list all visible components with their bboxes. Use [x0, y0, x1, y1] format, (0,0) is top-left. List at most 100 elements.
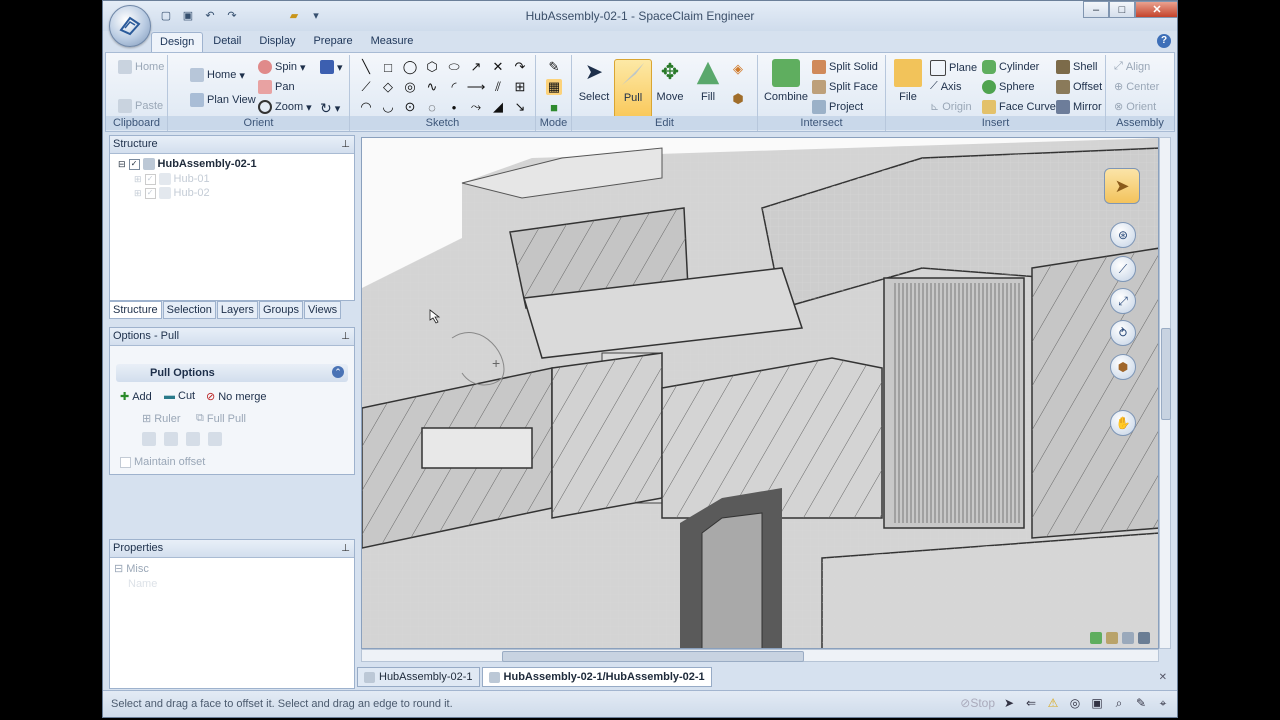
scale-tool-icon[interactable]: ↘ — [512, 99, 528, 115]
pull-button[interactable]: Pull — [614, 59, 652, 119]
file-insert-button[interactable]: File — [890, 59, 926, 103]
center-button[interactable]: ⊕ Center — [1114, 80, 1159, 94]
create-rounded-icon[interactable]: ◢ — [490, 99, 506, 115]
move-button[interactable]: ✥ Move — [652, 59, 688, 103]
doc-tab-active[interactable]: HubAssembly-02-1/HubAssembly-02-1 — [481, 667, 712, 687]
select-tool-icon[interactable]: ➤ — [1104, 168, 1140, 204]
close-doc-icon[interactable]: ✕ — [1159, 672, 1167, 683]
ellipse-tool-icon[interactable]: ⬭ — [446, 59, 462, 75]
maximize-button[interactable]: □ — [1109, 1, 1135, 18]
add-option[interactable]: ✚ Add — [120, 390, 152, 404]
maintain-offset-option[interactable]: Maintain offset — [120, 456, 205, 468]
tab-selection[interactable]: Selection — [162, 301, 216, 319]
pin-icon[interactable]: ⊥ — [341, 328, 350, 345]
fillet-tool-icon[interactable]: ↷ — [512, 59, 528, 75]
rectangle-tool-icon[interactable]: □ — [380, 59, 396, 75]
collapse-section-icon[interactable]: ⌃ — [332, 366, 344, 378]
minimize-button[interactable]: – — [1083, 1, 1109, 18]
no-merge-option[interactable]: ⊘ No merge — [206, 390, 267, 404]
help-icon[interactable]: ? — [1157, 34, 1171, 48]
pin-icon[interactable]: ⊥ — [341, 136, 350, 153]
stop-button[interactable]: ⊘ Stop — [960, 695, 995, 711]
doc-tab[interactable]: HubAssembly-02-1 — [357, 667, 480, 687]
pull-tool-icon[interactable]: ⤢ — [1110, 288, 1136, 314]
filter-icon[interactable]: ⇐ — [1023, 695, 1039, 711]
zoom-icon[interactable]: ⌕ — [1111, 695, 1127, 711]
point-icon[interactable]: ⊙ — [402, 99, 418, 115]
measure-icon[interactable]: ✎ — [1133, 695, 1149, 711]
sphere-button[interactable]: Sphere — [982, 80, 1034, 94]
layer-icon[interactable] — [1138, 632, 1150, 644]
rotate-view-button[interactable]: ↻ ▾ — [320, 100, 340, 117]
tangent-arc-icon[interactable]: ◡ — [380, 99, 396, 115]
pan-button[interactable]: Pan — [258, 80, 295, 94]
ruler-option[interactable]: ⊞ Ruler — [142, 412, 181, 426]
spin-tool-icon[interactable]: ⊛ — [1110, 222, 1136, 248]
collapse-icon[interactable]: ⊟ — [118, 159, 126, 170]
shell-button[interactable]: Shell — [1056, 60, 1097, 74]
scroll-thumb[interactable] — [502, 651, 804, 662]
clipboard-home-button[interactable]: Home — [118, 60, 164, 74]
plane-button[interactable]: Plane — [930, 60, 977, 76]
tree-item[interactable]: ⊞ ✓ Hub-01 — [134, 173, 210, 185]
tab-structure[interactable]: Structure — [109, 301, 162, 319]
direction-icon[interactable] — [208, 432, 222, 446]
tab-groups[interactable]: Groups — [258, 301, 304, 319]
expand-icon[interactable]: ⊞ — [134, 188, 142, 199]
orient-assembly-button[interactable]: ⊗ Orient — [1114, 100, 1156, 114]
sweep-arc-icon[interactable]: ◠ — [358, 99, 374, 115]
fill-tool-icon[interactable]: ⬢ — [1110, 354, 1136, 380]
direction-icon[interactable] — [186, 432, 200, 446]
blend-icon[interactable]: ⬢ — [730, 91, 746, 107]
view-cube-button[interactable]: ▾ — [320, 60, 343, 74]
mirror-button[interactable]: Mirror — [1056, 100, 1102, 114]
maintain-offset-checkbox[interactable] — [120, 456, 131, 468]
combine-button[interactable]: Combine — [764, 59, 808, 103]
app-menu-button[interactable] — [109, 5, 151, 47]
extend-tool-icon[interactable]: ⟶ — [467, 79, 486, 95]
bend-tool-icon[interactable]: ◌ — [424, 99, 440, 115]
close-button[interactable]: ✕ — [1135, 1, 1177, 18]
spline-tool-icon[interactable]: ∿ — [424, 79, 440, 95]
project-button[interactable]: Project — [812, 100, 863, 114]
dot-tool-icon[interactable]: • — [446, 99, 462, 115]
3d-viewport[interactable]: + ➤ ⊛ ⟋ ⤢ ⥁ ⬢ ✋ — [361, 137, 1159, 649]
zoom-button[interactable]: Zoom ▾ — [258, 100, 312, 114]
horizontal-scrollbar[interactable] — [361, 649, 1159, 662]
line-tool-icon[interactable]: ╲ — [358, 59, 374, 75]
cursor-icon[interactable]: ➤ — [1001, 695, 1017, 711]
section-mode-icon[interactable]: ▦ — [546, 79, 562, 95]
curve-icon[interactable] — [1122, 632, 1134, 644]
tab-detail[interactable]: Detail — [205, 32, 249, 52]
pin-icon[interactable]: ⊥ — [341, 540, 350, 557]
arc-tool-icon[interactable]: ◜ — [446, 79, 462, 95]
vertical-scrollbar[interactable] — [1159, 137, 1171, 649]
mini-toolbar-icon[interactable]: ✋ — [1110, 410, 1136, 436]
face-curve-button[interactable]: Face Curve — [982, 100, 1056, 114]
misc-category[interactable]: ⊟ Misc — [114, 562, 149, 576]
three-point-rectangle-icon[interactable]: ◇ — [380, 79, 396, 95]
property-row[interactable]: Name — [128, 578, 157, 590]
align-button[interactable]: ⤢ Align — [1114, 60, 1150, 73]
revolve-tool-icon[interactable]: ⥁ — [1110, 320, 1136, 346]
fill-button[interactable]: Fill — [690, 59, 726, 103]
origin-button[interactable]: ⊾ Origin — [930, 100, 972, 114]
direction-icon[interactable] — [164, 432, 178, 446]
surface-icon[interactable] — [1106, 632, 1118, 644]
project-curve-icon[interactable]: ⊞ — [512, 79, 528, 95]
tab-views[interactable]: Views — [304, 301, 342, 319]
visibility-checkbox[interactable]: ✓ — [128, 158, 140, 170]
tree-item[interactable]: ⊞ ✓ Hub-02 — [134, 187, 210, 199]
full-pull-option[interactable]: ⧉ Full Pull — [196, 412, 246, 425]
visibility-checkbox[interactable]: ✓ — [144, 173, 156, 185]
split-solid-button[interactable]: Split Solid — [812, 60, 878, 74]
tab-design[interactable]: Design — [151, 32, 204, 52]
tree-root[interactable]: ⊟ ✓ HubAssembly-02-1 — [118, 158, 257, 170]
tab-layers[interactable]: Layers — [216, 301, 258, 319]
edit-curve-icon[interactable]: ⤳ — [468, 99, 484, 115]
tab-measure[interactable]: Measure — [363, 32, 422, 52]
polygon-tool-icon[interactable]: ⬡ — [424, 59, 440, 75]
three-point-circle-icon[interactable]: ◎ — [402, 79, 418, 95]
split-line-tool-icon[interactable]: ✕ — [490, 59, 506, 75]
render-icon[interactable]: ▣ — [1089, 695, 1105, 711]
